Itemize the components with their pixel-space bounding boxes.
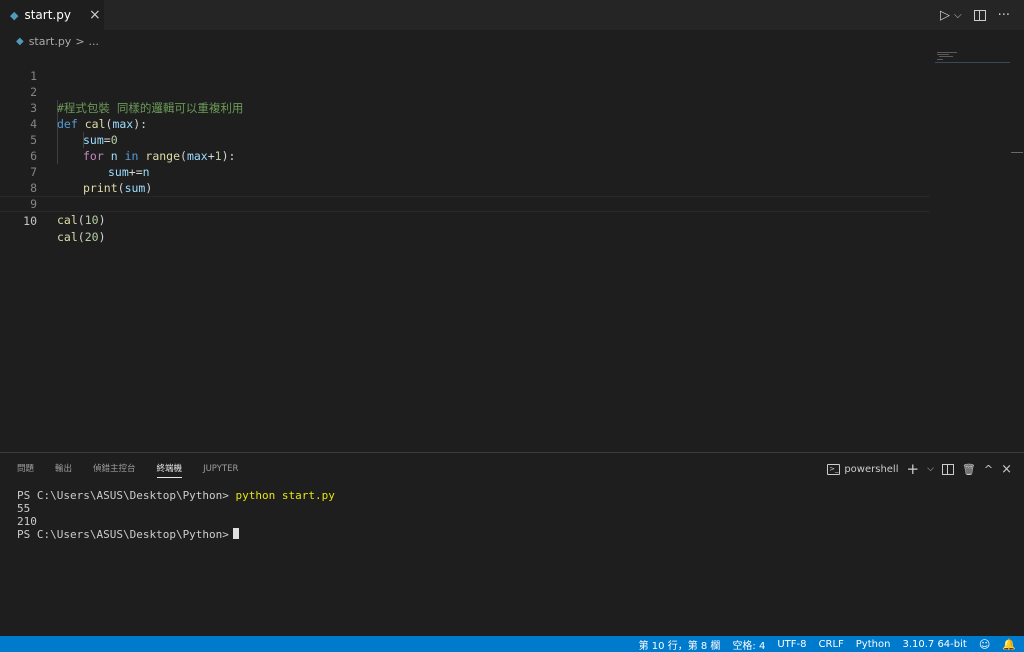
split-editor-icon[interactable] [973, 9, 986, 21]
editor-actions: ▷ ⌵ ··· [940, 0, 1010, 30]
code-line: 8 [0, 164, 930, 195]
minimap-line [937, 54, 949, 55]
breadcrumb-symbol[interactable]: ... [89, 35, 100, 48]
terminal-output-line: 55 [17, 502, 31, 515]
code-line: 2 #程式包裝 同樣的邏輯可以重複利用 [0, 68, 930, 115]
close-tab-icon[interactable]: × [89, 7, 101, 23]
terminal-profile-label: powershell [844, 463, 899, 475]
breadcrumb: ◆ start.py > ... [0, 30, 1024, 52]
status-indentation[interactable]: 空格: 4 [732, 637, 765, 652]
panel-actions: >_ powershell + ⌵ 🗑 ^ × [827, 459, 1012, 479]
paren-open: ( [77, 213, 85, 227]
paren-close: ) [98, 230, 106, 244]
minimap-line [937, 59, 943, 60]
terminal-prompt: PS C:\Users\ASUS\Desktop\Python> [17, 528, 229, 541]
terminal-cursor [232, 528, 239, 539]
code-content: cal(10) [57, 212, 106, 228]
more-actions-icon[interactable]: ··· [998, 8, 1010, 23]
split-terminal-icon[interactable] [941, 463, 954, 475]
status-eol[interactable]: CRLF [819, 639, 844, 650]
tab-filename: start.py [24, 8, 71, 22]
add-terminal-icon[interactable]: + [907, 460, 920, 478]
status-bar: 第 10 行，第 8 欄 空格: 4 UTF-8 CRLF Python 3.1… [0, 636, 1024, 652]
chevron-down-icon[interactable]: ⌵ [954, 10, 962, 21]
terminal-profile[interactable]: >_ powershell [827, 463, 899, 475]
number: 20 [84, 230, 99, 244]
code-line: 6 sum+=n [0, 132, 930, 179]
minimap[interactable] [935, 52, 1010, 112]
code-line-current: 10 cal(20) [0, 196, 930, 244]
status-encoding[interactable]: UTF-8 [777, 639, 806, 650]
close-panel-icon[interactable]: × [1001, 462, 1012, 477]
editor-tab-bar: ◆ start.py × ▷ ⌵ ··· [0, 0, 1024, 30]
code-line: 5 for n in range(max+1): [0, 116, 930, 163]
line-number: 10 [23, 214, 37, 228]
paren-open: ( [77, 230, 85, 244]
run-python-button[interactable]: ▷ ⌵ [940, 8, 962, 23]
tab-terminal[interactable]: 終端機 [156, 463, 183, 478]
code-line: 4 sum=0 [0, 100, 930, 147]
code-content: cal(20) [57, 229, 106, 245]
python-file-icon: ◆ [10, 8, 19, 22]
bell-icon[interactable]: 🔔 [1002, 638, 1016, 651]
panel-tabs: 問題 輸出 偵錯主控台 終端機 JUPYTER [17, 463, 238, 478]
terminal-icon: >_ [827, 463, 841, 475]
code-line: 7 print(sum) [0, 148, 930, 195]
scrollbar-marker[interactable] [1011, 152, 1023, 153]
code-line: 3 def cal(max): [0, 84, 930, 131]
number: 10 [84, 213, 99, 227]
paren-close: ) [98, 213, 106, 227]
function-name: cal [57, 213, 78, 227]
function-name: cal [57, 230, 78, 244]
tab-debug-console[interactable]: 偵錯主控台 [93, 463, 136, 478]
tab-output[interactable]: 輸出 [55, 463, 72, 478]
trash-icon[interactable]: 🗑 [962, 463, 976, 476]
feedback-icon[interactable]: ☺ [979, 638, 990, 651]
maximize-panel-icon[interactable]: ^ [984, 463, 993, 476]
chevron-down-icon[interactable]: ⌵ [927, 464, 934, 474]
minimap-line [937, 52, 957, 53]
tab-problems[interactable]: 問題 [17, 463, 34, 478]
status-interpreter[interactable]: 3.10.7 64-bit [902, 639, 966, 650]
python-file-icon: ◆ [16, 35, 24, 47]
terminal-prompt: PS C:\Users\ASUS\Desktop\Python> [17, 489, 236, 502]
tab-start-py[interactable]: ◆ start.py × [0, 0, 104, 30]
breadcrumb-separator: > [75, 34, 85, 48]
code-line: 1 [0, 52, 930, 83]
status-language[interactable]: Python [856, 639, 891, 650]
terminal-output-line: 210 [17, 515, 37, 528]
status-cursor-position[interactable]: 第 10 行，第 8 欄 [639, 637, 721, 652]
run-icon: ▷ [940, 7, 950, 23]
terminal-command: python start.py [235, 489, 335, 502]
code-editor[interactable]: 1 2 #程式包裝 同樣的邏輯可以重複利用 3 def cal(max): 4 … [0, 52, 1024, 452]
breadcrumb-file[interactable]: start.py [29, 35, 72, 48]
minimap-line [939, 56, 953, 57]
terminal-output[interactable]: PS C:\Users\ASUS\Desktop\Python> python … [17, 489, 335, 541]
bottom-panel: 問題 輸出 偵錯主控台 終端機 JUPYTER >_ powershell + … [0, 452, 1024, 636]
minimap-divider [935, 62, 1010, 63]
tab-jupyter[interactable]: JUPYTER [203, 463, 238, 478]
code-line: 9 cal(10) [0, 180, 930, 227]
